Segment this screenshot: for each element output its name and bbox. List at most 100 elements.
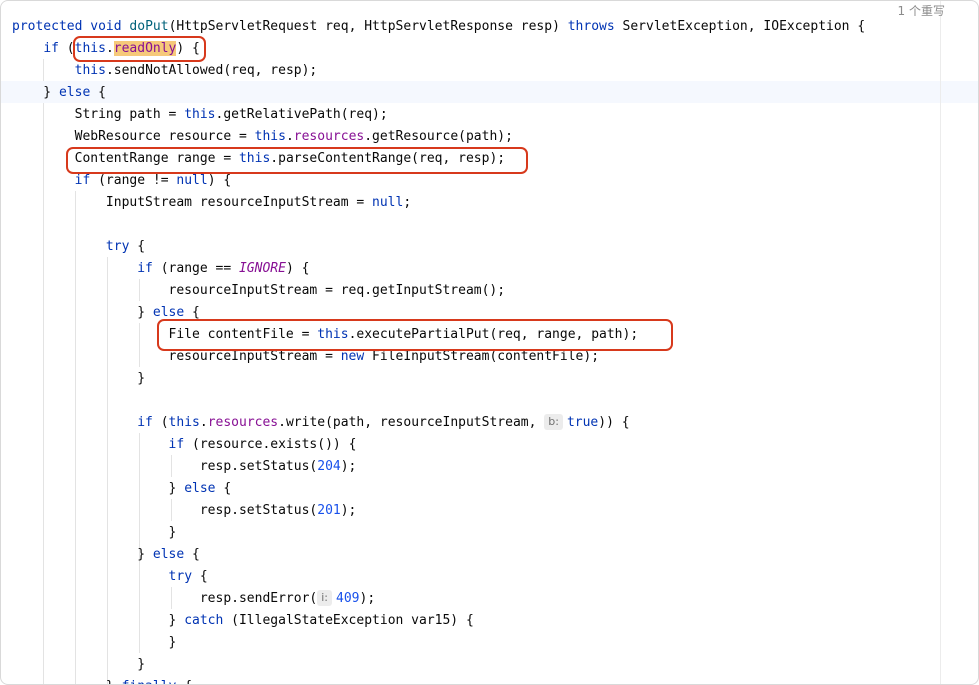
code-token: { xyxy=(215,481,232,496)
code-token: protected xyxy=(12,19,83,34)
code-token: } xyxy=(12,481,185,496)
code-line[interactable]: } else { xyxy=(12,544,200,566)
code-token: ; xyxy=(403,195,412,210)
code-token: if xyxy=(43,41,59,56)
code-token: if xyxy=(74,173,91,188)
code-token: } xyxy=(12,371,146,386)
code-token: InputStream resourceInputStream = xyxy=(12,195,373,210)
code-token: ); xyxy=(359,591,376,606)
code-token: .getRelativePath(req); xyxy=(215,107,388,122)
code-token: void xyxy=(90,19,122,34)
code-line[interactable]: if (this.resources.write(path, resourceI… xyxy=(12,412,630,434)
parameter-hint: i: xyxy=(317,590,333,606)
code-token: (range == xyxy=(152,261,239,276)
code-token: } xyxy=(12,657,146,672)
code-token: ); xyxy=(340,503,357,518)
code-token: (HttpServletRequest req, HttpServletResp… xyxy=(168,19,568,34)
code-token: ) { xyxy=(207,173,232,188)
code-line[interactable]: try { xyxy=(12,236,145,258)
code-line[interactable]: } xyxy=(12,632,177,654)
code-token: catch xyxy=(184,613,224,628)
code-token: null xyxy=(372,195,404,210)
code-line[interactable]: } else { xyxy=(12,478,232,500)
code-line[interactable]: } finally { xyxy=(12,676,192,685)
override-count-hint[interactable]: 1 个重写 xyxy=(898,0,945,22)
code-token: resources xyxy=(293,129,365,144)
code-token: .sendNotAllowed(req, resp); xyxy=(105,63,318,78)
code-line[interactable]: protected void doPut(HttpServletRequest … xyxy=(12,16,865,38)
code-token: null xyxy=(176,173,208,188)
code-line[interactable]: resp.setStatus(201); xyxy=(12,500,357,522)
code-token: } xyxy=(12,613,185,628)
current-line-highlight xyxy=(0,81,979,103)
code-token: 204 xyxy=(317,459,341,474)
code-token: )) { xyxy=(598,415,630,430)
code-token: if xyxy=(168,437,185,452)
code-token: resources xyxy=(207,415,279,430)
code-token: else xyxy=(58,85,91,100)
code-token: 409 xyxy=(336,591,360,606)
code-token: { xyxy=(192,569,208,584)
code-line[interactable]: WebResource resource = this.resources.ge… xyxy=(12,126,513,148)
code-token: ) { xyxy=(285,261,310,276)
code-token: ( xyxy=(152,415,169,430)
code-editor[interactable]: protected void doPut(HttpServletRequest … xyxy=(0,0,979,685)
code-token: (range != xyxy=(90,173,177,188)
code-token: if xyxy=(137,261,153,276)
annotation-box-parse-content-range xyxy=(66,147,528,174)
code-line[interactable]: if (resource.exists()) { xyxy=(12,434,357,456)
code-line[interactable]: resp.sendError(i: 409); xyxy=(12,588,375,610)
code-line[interactable]: try { xyxy=(12,566,208,588)
code-token: resourceInputStream = xyxy=(12,349,341,364)
code-token: } xyxy=(12,305,153,320)
code-line[interactable]: } xyxy=(12,368,145,390)
code-token: (resource.exists()) { xyxy=(184,437,357,452)
code-token: FileInputStream(contentFile); xyxy=(364,349,600,364)
code-token: this xyxy=(184,107,216,122)
code-token: resp.sendError( xyxy=(12,591,318,606)
code-line[interactable]: } xyxy=(12,654,145,676)
parameter-hint: b: xyxy=(544,414,563,430)
code-line[interactable]: InputStream resourceInputStream = null; xyxy=(12,192,411,214)
code-token: 201 xyxy=(317,503,341,518)
code-line[interactable]: } xyxy=(12,522,177,544)
code-token: resp.setStatus( xyxy=(12,503,318,518)
right-margin-guide xyxy=(940,0,941,685)
code-line[interactable]: String path = this.getRelativePath(req); xyxy=(12,104,388,126)
code-line[interactable]: this.sendNotAllowed(req, resp); xyxy=(12,60,318,82)
code-line[interactable]: if (range == IGNORE) { xyxy=(12,258,309,280)
code-token: .write(path, resourceInputStream, xyxy=(278,415,545,430)
code-token: { xyxy=(184,547,200,562)
code-token: this xyxy=(254,129,286,144)
code-line[interactable]: } else { xyxy=(12,82,106,104)
code-token: WebResource resource = xyxy=(12,129,255,144)
code-token: else xyxy=(152,547,185,562)
code-token: . xyxy=(199,415,208,430)
code-token: this xyxy=(168,415,200,430)
code-token: } xyxy=(12,679,122,685)
code-token: resp.setStatus( xyxy=(12,459,318,474)
code-token: try xyxy=(105,239,130,254)
code-token: { xyxy=(90,85,106,100)
code-token: { xyxy=(129,239,146,254)
code-line[interactable]: } catch (IllegalStateException var15) { xyxy=(12,610,474,632)
code-token: } xyxy=(12,547,153,562)
code-token: try xyxy=(168,569,193,584)
code-token: .getResource(path); xyxy=(364,129,513,144)
annotation-box-readonly xyxy=(73,36,206,62)
code-token: . xyxy=(285,129,294,144)
code-token: finally xyxy=(122,679,177,685)
code-line[interactable]: resp.setStatus(204); xyxy=(12,456,357,478)
code-token: } xyxy=(12,525,177,540)
code-token: new xyxy=(340,349,365,364)
code-token: { xyxy=(176,679,192,685)
code-token: else xyxy=(184,481,216,496)
code-token: if xyxy=(137,415,153,430)
code-line[interactable]: resourceInputStream = req.getInputStream… xyxy=(12,280,506,302)
